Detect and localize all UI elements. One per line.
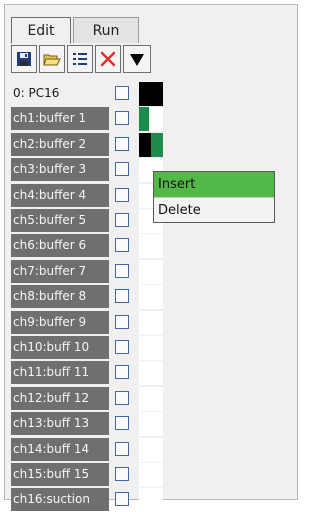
- delete-icon: [100, 51, 116, 67]
- channel-checkbox[interactable]: [115, 111, 129, 125]
- step-cell[interactable]: [139, 311, 163, 335]
- delete-button[interactable]: [95, 45, 121, 73]
- step-cell[interactable]: [139, 285, 163, 309]
- open-folder-icon: [43, 54, 61, 66]
- channel-checkbox[interactable]: [115, 264, 129, 278]
- channel-label[interactable]: ch13:buff 13: [11, 412, 109, 435]
- menu-item-insert[interactable]: Insert: [154, 172, 274, 197]
- channel-label[interactable]: ch15:buff 15: [11, 463, 109, 486]
- channel-label[interactable]: ch8:buffer 8: [11, 285, 109, 308]
- channel-checkbox[interactable]: [115, 213, 129, 227]
- step-cell[interactable]: [139, 82, 163, 106]
- step-cell[interactable]: [139, 488, 163, 512]
- step-cell[interactable]: [139, 463, 163, 487]
- step-cell[interactable]: [139, 438, 163, 462]
- channel-label[interactable]: ch14:buff 14: [11, 438, 109, 461]
- channel-label[interactable]: ch11:buff 11: [11, 361, 109, 384]
- channel-checkbox[interactable]: [115, 365, 129, 379]
- list-button[interactable]: [67, 45, 93, 73]
- channel-row: ch4:buffer 4: [11, 183, 171, 208]
- channel-row: ch11:buff 11: [11, 360, 171, 385]
- channel-label[interactable]: ch10:buff 10: [11, 336, 109, 359]
- channel-row: ch14:buff 14: [11, 437, 171, 462]
- sequence-editor-panel: Edit Run 0: PC16 ch1:buffer 1 ch2:buffer…: [4, 4, 298, 512]
- list-icon: [73, 53, 87, 65]
- channel-checkbox[interactable]: [115, 391, 129, 405]
- channel-row: ch8:buffer 8: [11, 284, 171, 309]
- tab-edit[interactable]: Edit: [11, 17, 71, 44]
- save-button[interactable]: [11, 45, 37, 73]
- channel-label[interactable]: ch4:buffer 4: [11, 184, 109, 207]
- channel-label[interactable]: ch5:buffer 5: [11, 209, 109, 232]
- channel-row: ch3:buffer 3: [11, 157, 171, 182]
- channel-label[interactable]: ch3:buffer 3: [11, 158, 109, 181]
- channel-checkbox[interactable]: [115, 137, 129, 151]
- channel-label[interactable]: 0: PC16: [11, 82, 109, 105]
- channel-checkbox[interactable]: [115, 492, 129, 506]
- dropdown-button[interactable]: [123, 45, 151, 73]
- channel-label[interactable]: ch12:buff 12: [11, 387, 109, 410]
- step-segment-on: [139, 133, 151, 157]
- channel-checkbox[interactable]: [115, 416, 129, 430]
- dropdown-arrow-icon: [130, 54, 144, 66]
- step-cell[interactable]: [139, 234, 163, 258]
- open-button[interactable]: [39, 45, 65, 73]
- step-cell[interactable]: [139, 387, 163, 411]
- channel-checkbox[interactable]: [115, 188, 129, 202]
- step-segment-green: [151, 133, 163, 157]
- context-menu: Insert Delete: [153, 171, 275, 223]
- channel-checkbox[interactable]: [115, 467, 129, 481]
- channel-row: ch10:buff 10: [11, 335, 171, 360]
- step-cell[interactable]: [139, 260, 163, 284]
- step-cell[interactable]: [139, 361, 163, 385]
- channel-row: ch12:buff 12: [11, 386, 171, 411]
- channel-checkbox[interactable]: [115, 315, 129, 329]
- channel-row: ch1:buffer 1: [11, 106, 171, 131]
- step-cell[interactable]: [139, 412, 163, 436]
- tab-run[interactable]: Run: [73, 17, 139, 43]
- channel-row: ch9:buffer 9: [11, 310, 171, 335]
- channel-checkbox[interactable]: [115, 162, 129, 176]
- channel-row: ch13:buff 13: [11, 411, 171, 436]
- channel-row: ch15:buff 15: [11, 462, 171, 487]
- step-segment-on: [139, 82, 163, 106]
- step-cell[interactable]: [139, 107, 163, 131]
- step-segment-green: [139, 107, 149, 131]
- channel-checkbox[interactable]: [115, 86, 129, 100]
- channel-label[interactable]: ch9:buffer 9: [11, 311, 109, 334]
- channel-label[interactable]: ch7:buffer 7: [11, 260, 109, 283]
- channel-checkbox[interactable]: [115, 442, 129, 456]
- channel-label[interactable]: ch2:buffer 2: [11, 133, 109, 156]
- channel-checkbox[interactable]: [115, 238, 129, 252]
- step-cell[interactable]: [139, 336, 163, 360]
- channel-checkbox[interactable]: [115, 340, 129, 354]
- channel-checkbox[interactable]: [115, 289, 129, 303]
- menu-item-delete[interactable]: Delete: [154, 197, 274, 222]
- step-cell[interactable]: [139, 133, 163, 157]
- channel-row: ch16:suction: [11, 487, 171, 512]
- channel-label[interactable]: ch16:suction: [11, 488, 109, 511]
- save-icon: [17, 52, 31, 66]
- channel-row: 0: PC16: [11, 81, 171, 106]
- channel-row: ch6:buffer 6: [11, 233, 171, 258]
- channel-row: ch2:buffer 2: [11, 132, 171, 157]
- channel-label[interactable]: ch6:buffer 6: [11, 234, 109, 257]
- channel-row: ch5:buffer 5: [11, 208, 171, 233]
- channel-label[interactable]: ch1:buffer 1: [11, 107, 109, 130]
- channel-row: ch7:buffer 7: [11, 259, 171, 284]
